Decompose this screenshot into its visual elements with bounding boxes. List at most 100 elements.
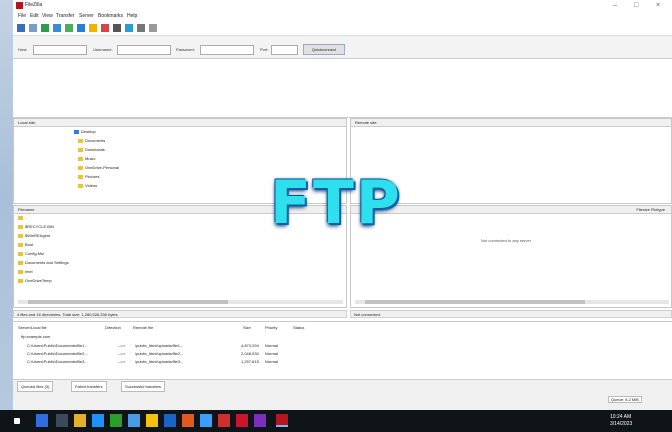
queue-col-local[interactable]: Server/Local file [18,325,47,330]
menu-help[interactable]: Help [127,13,137,19]
cancel-icon[interactable] [101,24,109,32]
menu-edit[interactable]: Edit [30,13,39,19]
transfer-queue: Server/Local file Direction Remote file … [13,321,672,380]
filezilla-task-icon[interactable] [276,414,288,427]
queue-col-direction[interactable]: Direction [105,325,121,330]
tree-item[interactable]: Desktop [74,129,96,135]
chrome-icon[interactable] [146,414,158,427]
tree-item[interactable]: OneDrive-Personal [78,165,119,171]
queue-local-file[interactable]: C:\Users\Public\Documents\file1... [27,343,88,348]
remote-status: Not connected. [350,310,672,318]
app-icon-3[interactable] [254,414,266,427]
tree-item[interactable]: Downloads [78,147,105,153]
compare-icon[interactable] [137,24,145,32]
menu-bookmarks[interactable]: Bookmarks [98,13,123,19]
file-explorer-icon[interactable] [74,414,86,427]
minimize-icon[interactable]: – [613,2,617,9]
folder-icon [18,242,23,247]
clock-time[interactable]: 10:24 AM [610,414,631,420]
queue-remote-file[interactable]: /public_html/uploads/file3... [135,359,183,364]
app-icon-2[interactable] [236,414,248,427]
file-row[interactable]: $RECYCLE.BIN [18,224,54,230]
folder-icon [78,165,83,170]
file-row[interactable]: Documents and Settings [18,260,69,266]
tab-failed-transfers[interactable]: Failed transfers [71,381,107,392]
message-log-icon[interactable] [29,24,37,32]
taskbar: 10:24 AM 3/14/2023 [0,410,672,432]
tree-item[interactable]: Videos [78,183,97,189]
task-view-icon[interactable] [56,414,68,427]
app-icon [16,2,23,9]
file-row[interactable]: Boot [18,242,33,248]
word-icon[interactable] [164,414,176,427]
menu-file[interactable]: File [18,13,26,19]
media-icon[interactable] [218,414,230,427]
site-manager-icon[interactable] [17,24,25,32]
folder-icon [78,183,83,188]
file-row[interactable]: Config.Msi [18,251,44,257]
horizontal-scrollbar[interactable] [18,300,343,304]
tab-queued-files[interactable]: Queued files (3) [17,381,54,392]
folder-icon [18,251,23,256]
tab-successful-transfers[interactable]: Successful transfers [121,381,166,392]
file-row[interactable]: Intel [18,269,33,275]
queue-remote-file[interactable]: /public_html/uploads/file2... [135,351,183,356]
menu-transfer[interactable]: Transfer [56,13,74,19]
firefox-icon[interactable] [182,414,194,427]
refresh-icon[interactable] [77,24,85,32]
edge-icon[interactable] [128,414,140,427]
file-row[interactable]: OneDriveTemp [18,278,52,284]
password-input[interactable] [200,45,254,55]
folder-icon [18,215,23,220]
local-tree-icon[interactable] [41,24,49,32]
horizontal-scrollbar[interactable] [355,300,669,304]
ftp-overlay-text: FTP [270,168,402,238]
folder-icon [18,269,23,274]
folder-icon [78,156,83,161]
clock-date[interactable]: 3/14/2023 [610,421,632,427]
queue-remote-file[interactable]: /public_html/uploads/file1... [135,343,183,348]
maximize-icon[interactable]: □ [634,2,638,9]
photos-icon[interactable] [200,414,212,427]
queue-status: Queue: 8.2 MiB [608,396,642,403]
search-icon[interactable] [149,24,157,32]
file-row[interactable]: $WinREAgent [18,233,50,239]
quickconnect-bar: Host: Username: Password: Port: Quickcon… [13,36,672,59]
close-icon[interactable]: × [656,2,660,9]
menu-view[interactable]: View [42,13,53,19]
host-input[interactable] [33,45,87,55]
message-log [13,59,672,118]
menu-server[interactable]: Server [79,13,94,19]
mail-icon[interactable] [92,414,104,427]
queue-col-size[interactable]: Size [243,325,251,330]
folder-icon [18,224,23,229]
folder-icon [78,174,83,179]
queue-col-priority[interactable]: Priority [265,325,277,330]
queue-tabs: Queued files (3) Failed transfers Succes… [13,379,672,392]
queue-local-file[interactable]: C:\Users\Public\Documents\file2... [27,351,88,356]
disconnect-icon[interactable] [113,24,121,32]
folder-icon [18,278,23,283]
queue-icon[interactable] [65,24,73,32]
queue-col-status[interactable]: Status [293,325,304,330]
queue-priority: Normal [265,351,278,356]
store-icon[interactable] [110,414,122,427]
password-label: Password: [176,47,195,52]
filter-icon[interactable] [89,24,97,32]
quickconnect-button[interactable]: Quickconnect [303,44,345,55]
file-row[interactable]: .. [18,215,27,221]
menu-bar: File Edit View Transfer Server Bookmarks… [13,12,672,21]
port-input[interactable] [271,45,298,55]
queue-col-remote[interactable]: Remote file [133,325,153,330]
tree-item[interactable]: Documents [78,138,105,144]
tree-item[interactable]: Music [78,156,95,162]
local-status: 4 files and 16 directories. Total size: … [13,310,347,318]
username-input[interactable] [117,45,171,55]
queue-local-file[interactable]: C:\Users\Public\Documents\file3... [27,359,88,364]
reconnect-icon[interactable] [125,24,133,32]
tree-item[interactable]: Pictures [78,174,99,180]
remote-tree-icon[interactable] [53,24,61,32]
start-icon[interactable] [14,418,20,424]
search-icon[interactable] [36,414,48,427]
queue-server[interactable]: ftp.example.com [21,334,50,339]
